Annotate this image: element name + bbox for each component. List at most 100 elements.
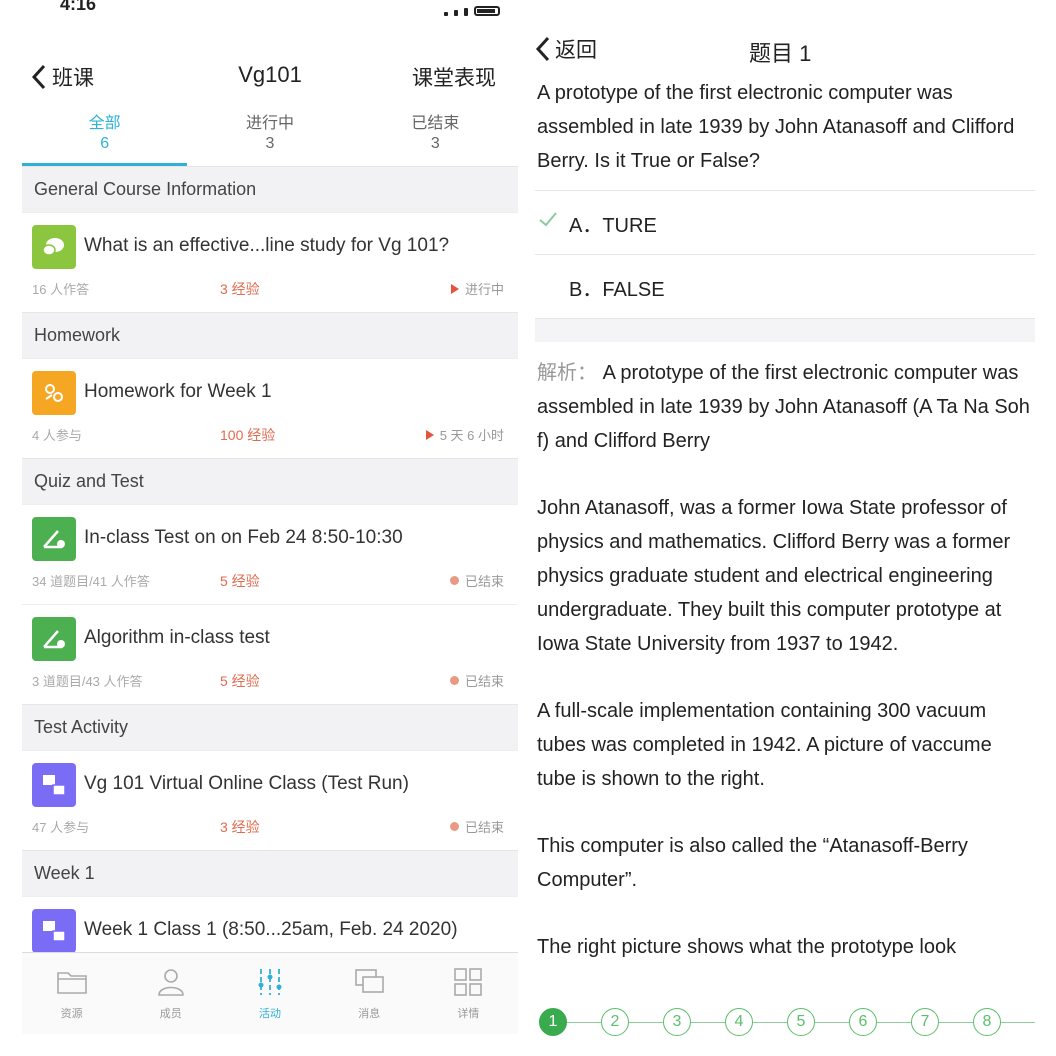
analysis-key: 解析： bbox=[537, 362, 597, 384]
status-badge: 已结束 bbox=[449, 817, 504, 836]
status-icons bbox=[444, 6, 500, 16]
option-a[interactable]: A．TURE bbox=[535, 190, 1035, 254]
option-label: B．FALSE bbox=[569, 279, 665, 301]
bottom-tab-label: 资源 bbox=[60, 1008, 83, 1020]
bottom-tab-details[interactable]: 详情 bbox=[419, 953, 518, 1034]
section-header: Homework bbox=[22, 312, 518, 358]
activity-list: General Course Information What is an ef… bbox=[22, 166, 518, 996]
item-title: In-class Test on on Feb 24 8:50-10:30 bbox=[84, 527, 403, 548]
analysis-paragraph: The right picture shows what the prototy… bbox=[537, 936, 957, 958]
bottom-tab-messages[interactable]: 消息 bbox=[320, 953, 419, 1034]
question-text: A prototype of the first electronic comp… bbox=[537, 82, 1015, 172]
option-label: A．TURE bbox=[569, 215, 657, 237]
list-item[interactable]: In-class Test on on Feb 24 8:50-10:30 34… bbox=[22, 504, 518, 604]
item-xp: 5 经验 bbox=[220, 673, 260, 689]
bottom-tab-activity[interactable]: 活动 bbox=[220, 953, 319, 1034]
tab-all[interactable]: 全部 6 bbox=[22, 110, 188, 166]
item-xp: 3 经验 bbox=[220, 819, 260, 835]
tab-count: 3 bbox=[430, 135, 440, 152]
status-badge: 已结束 bbox=[449, 571, 504, 590]
list-item[interactable]: Vg 101 Virtual Online Class (Test Run) 4… bbox=[22, 750, 518, 850]
status-badge: 进行中 bbox=[450, 279, 504, 298]
status-text: 已结束 bbox=[464, 820, 504, 835]
page-4-button[interactable]: 4 bbox=[725, 1008, 753, 1036]
option-b[interactable]: B．FALSE bbox=[535, 254, 1035, 318]
list-item[interactable]: Algorithm in-class test 3 道题目/43 人作答 5 经… bbox=[22, 604, 518, 704]
list-item[interactable]: What is an effective...line study for Vg… bbox=[22, 212, 518, 312]
bottom-tab-members[interactable]: 成员 bbox=[121, 953, 220, 1034]
status-dot-icon bbox=[449, 822, 459, 831]
item-title: Vg 101 Virtual Online Class (Test Run) bbox=[84, 773, 409, 794]
list-item[interactable]: Homework for Week 1 4 人参与 100 经验 5 天 6 小… bbox=[22, 358, 518, 458]
tab-count: 6 bbox=[100, 135, 110, 152]
item-xp: 3 经验 bbox=[220, 281, 260, 297]
message-icon bbox=[355, 969, 385, 993]
chevron-left-icon bbox=[31, 64, 46, 90]
filter-tabs: 全部 6 进行中 3 已结束 3 bbox=[22, 110, 518, 166]
page-1-button[interactable]: 1 bbox=[539, 1008, 567, 1036]
tab-label: 进行中 bbox=[245, 115, 294, 132]
class-icon bbox=[32, 763, 76, 807]
status-dot-icon bbox=[449, 676, 459, 685]
folder-icon bbox=[56, 972, 87, 994]
question-pager: 1 2 3 4 5 6 7 8 bbox=[535, 996, 1035, 1040]
status-text: 已结束 bbox=[464, 574, 504, 589]
page-title: Vg101 bbox=[238, 62, 302, 87]
signal-icon bbox=[464, 8, 468, 16]
bottom-tab-label: 活动 bbox=[259, 1008, 281, 1020]
item-title: Week 1 Class 1 (8:50...25am, Feb. 24 202… bbox=[84, 919, 458, 940]
analysis-text: 解析： A prototype of the first electronic … bbox=[537, 356, 1031, 997]
section-header: General Course Information bbox=[22, 166, 518, 212]
tab-in-progress[interactable]: 进行中 3 bbox=[187, 110, 352, 166]
back-label: 返回 bbox=[555, 39, 597, 62]
activity-icon bbox=[258, 969, 282, 995]
class-performance-button[interactable]: 课堂表现 bbox=[412, 62, 496, 92]
question-title: 题目 1 bbox=[749, 41, 812, 66]
checkmark-icon bbox=[539, 212, 557, 227]
item-meta: 34 道题目/41 人作答 bbox=[32, 574, 150, 589]
tab-count: 3 bbox=[265, 135, 275, 152]
status-badge: 5 天 6 小时 bbox=[425, 425, 504, 444]
analysis-paragraph-text: A prototype of the first electronic comp… bbox=[537, 362, 1030, 452]
section-header: Test Activity bbox=[22, 704, 518, 750]
page-3-button[interactable]: 3 bbox=[663, 1008, 691, 1036]
back-button[interactable]: 返回 bbox=[535, 34, 597, 64]
page-6-button[interactable]: 6 bbox=[849, 1008, 877, 1036]
item-meta: 4 人参与 bbox=[32, 428, 82, 443]
question-detail-screen: 返回 题目 1 A prototype of the first electro… bbox=[535, 0, 1035, 1040]
analysis-paragraph: John Atanasoff, was a former Iowa State … bbox=[537, 497, 1011, 655]
item-meta: 16 人作答 bbox=[32, 282, 90, 297]
tab-ended[interactable]: 已结束 3 bbox=[353, 110, 518, 166]
page-2-button[interactable]: 2 bbox=[601, 1008, 629, 1036]
item-xp: 100 经验 bbox=[220, 427, 276, 443]
bottom-tab-label: 详情 bbox=[457, 1008, 480, 1020]
item-title: What is an effective...line study for Vg… bbox=[84, 235, 450, 256]
page-8-button[interactable]: 8 bbox=[973, 1008, 1001, 1036]
play-icon bbox=[450, 283, 459, 294]
item-title: Algorithm in-class test bbox=[84, 627, 270, 648]
item-xp: 5 经验 bbox=[220, 573, 260, 589]
tab-label: 全部 bbox=[88, 115, 121, 132]
status-time: 4:16 bbox=[60, 0, 97, 14]
status-dot-icon bbox=[449, 576, 459, 585]
grid-icon bbox=[454, 968, 483, 996]
analysis-paragraph: 解析： A prototype of the first electronic … bbox=[537, 356, 1031, 458]
page-5-button[interactable]: 5 bbox=[787, 1008, 815, 1036]
status-text: 已结束 bbox=[464, 674, 504, 689]
bottom-tab-resources[interactable]: 资源 bbox=[22, 953, 121, 1034]
item-title: Homework for Week 1 bbox=[84, 381, 272, 402]
section-header: Quiz and Test bbox=[22, 458, 518, 504]
bottom-tab-bar: 资源 成员 活动 消息 详情 bbox=[22, 952, 518, 1034]
back-button[interactable]: 班课 bbox=[30, 62, 94, 92]
divider bbox=[535, 318, 1035, 342]
analysis-paragraph: This computer is also called the “Atanas… bbox=[537, 835, 968, 891]
signal-icon bbox=[454, 10, 458, 16]
tab-label: 已结束 bbox=[411, 115, 460, 132]
chevron-left-icon bbox=[535, 36, 550, 62]
class-icon bbox=[32, 909, 76, 953]
page-7-button[interactable]: 7 bbox=[911, 1008, 939, 1036]
section-header: Week 1 bbox=[22, 850, 518, 896]
item-meta: 47 人参与 bbox=[32, 820, 90, 835]
discussion-icon bbox=[32, 225, 76, 269]
person-icon bbox=[157, 969, 184, 996]
